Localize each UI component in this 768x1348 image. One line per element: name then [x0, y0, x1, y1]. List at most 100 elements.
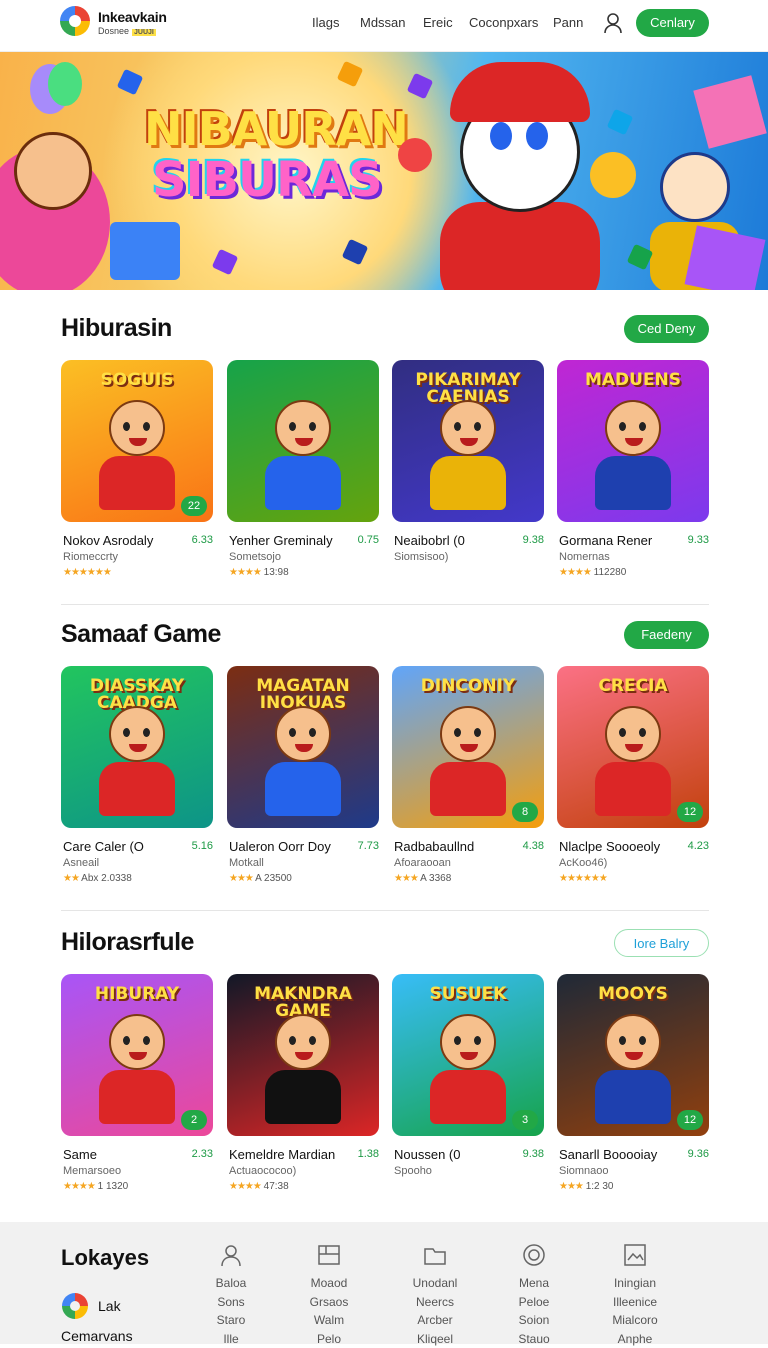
nav-item-3[interactable]: Ereic	[423, 15, 453, 30]
game-title[interactable]: Radbabaullnd	[394, 839, 474, 854]
footer-link[interactable]: Neercs	[400, 1293, 470, 1312]
game-thumbnail[interactable]: SOGUIS22	[61, 360, 213, 522]
game-rating: ★★★★ 1 1320	[63, 1181, 128, 1192]
footer-link[interactable]: Grsaos	[294, 1293, 364, 1312]
game-card[interactable]: HIBURAY2Same2.33Memarsoeo★★★★ 1 1320	[61, 974, 213, 1136]
footer-col-5: Iningian Illeenice Mialcoro Anphe	[600, 1242, 670, 1348]
footer-link[interactable]: Baloa	[196, 1274, 266, 1293]
footer-link[interactable]: Pelo	[294, 1330, 364, 1348]
game-thumbnail[interactable]	[227, 360, 379, 522]
score-badge: 2	[181, 1110, 207, 1130]
game-card[interactable]: Yenher Greminaly0.75Sometsojo★★★★ 13:98	[227, 360, 379, 522]
game-card[interactable]: MADUENSGormana Rener9.33Nomernas★★★★ 112…	[557, 360, 709, 522]
game-card[interactable]: DINCONIY8Radbabaullnd4.38Afoaraooan★★★ A…	[392, 666, 544, 828]
footer-link[interactable]: Anphe	[600, 1330, 670, 1348]
user-icon[interactable]	[603, 12, 623, 34]
brand-name[interactable]: Inkeavkain	[98, 9, 167, 25]
game-title[interactable]: Kemeldre Mardian	[229, 1147, 335, 1162]
footer-link[interactable]: Peloe	[499, 1293, 569, 1312]
footer-logo-icon[interactable]	[62, 1293, 88, 1319]
game-title[interactable]: Sanarll Booooiay	[559, 1147, 657, 1162]
game-title[interactable]: Gormana Rener	[559, 533, 652, 548]
game-title[interactable]: Ualeron Oorr Doy	[229, 839, 331, 854]
game-title[interactable]: Neaibobrl (0	[394, 533, 465, 548]
star-icon: ★★★★	[559, 567, 591, 578]
game-thumbnail[interactable]: DIASSKAY CAADGA	[61, 666, 213, 828]
game-score: 2.33	[192, 1148, 213, 1160]
footer-link[interactable]: Ille	[196, 1330, 266, 1348]
game-card[interactable]: SUSUEK3Noussen (09.38Spooho	[392, 974, 544, 1136]
header-cta-button[interactable]: Cenlary	[636, 9, 709, 37]
game-card[interactable]: MAKNDRA GAMEKemeldre Mardian1.38Actuaoco…	[227, 974, 379, 1136]
game-thumbnail[interactable]: CRECIA 12	[557, 666, 709, 828]
brand-subtitle: DosneeJUUJI	[98, 26, 156, 36]
game-thumbnail[interactable]: MADUENS	[557, 360, 709, 522]
character-face	[440, 400, 496, 456]
game-card[interactable]: SOGUIS22Nokov Asrodaly6.33Riomeccrty★★★★…	[61, 360, 213, 522]
footer-link[interactable]: Mena	[499, 1274, 569, 1293]
game-thumbnail[interactable]: HIBURAY2	[61, 974, 213, 1136]
character-figure	[430, 762, 506, 816]
thumbnail-title-art: MOOYS	[557, 986, 709, 1003]
footer-bottom-text: Cemarvans	[61, 1328, 133, 1344]
game-score: 1.38	[358, 1148, 379, 1160]
footer-link[interactable]: Stauo	[499, 1330, 569, 1348]
game-card[interactable]: CRECIA12Nlaclpe Soooeoly4.23AcKoo46)★★★★…	[557, 666, 709, 828]
game-thumbnail[interactable]: MAGATAN INOKUAS	[227, 666, 379, 828]
game-title[interactable]: Same	[63, 1147, 97, 1162]
game-card[interactable]: MAGATAN INOKUASUaleron Oorr Doy7.73Motka…	[227, 666, 379, 828]
section-more-button[interactable]: Iore Balry	[614, 929, 709, 957]
game-subtitle: Nomernas	[559, 551, 610, 563]
nav-item-5[interactable]: Pann	[553, 15, 583, 30]
game-title[interactable]: Nokov Asrodaly	[63, 533, 153, 548]
footer-link[interactable]: Moaod	[294, 1274, 364, 1293]
game-subtitle: Motkall	[229, 857, 264, 869]
game-card[interactable]: DIASSKAY CAADGACare Caler (O5.16Asneail★…	[61, 666, 213, 828]
rating-count: Abx 2.0338	[81, 873, 132, 884]
footer-link[interactable]: Kliqeel	[400, 1330, 470, 1348]
nav-item-2[interactable]: Mdssan	[360, 15, 406, 30]
footer-link[interactable]: Unodanl	[400, 1274, 470, 1293]
logo-icon[interactable]	[60, 6, 90, 36]
footer-link[interactable]: Mialcoro	[600, 1311, 670, 1330]
footer-link[interactable]: Soion	[499, 1311, 569, 1330]
thumbnail-title-art: SUSUEK	[392, 986, 544, 1003]
footer-link[interactable]: Sons	[196, 1293, 266, 1312]
section-more-button[interactable]: Ced Deny	[624, 315, 709, 343]
game-score: 9.38	[523, 1148, 544, 1160]
section-more-button[interactable]: Faedeny	[624, 621, 709, 649]
nav-item-1[interactable]: Ilags	[312, 15, 339, 30]
hero-title-line2: SIBURAS	[152, 152, 382, 208]
rating-count: 1 1320	[98, 1181, 129, 1192]
thumbnail-title-art: MADUENS	[557, 372, 709, 389]
game-subtitle: Asneail	[63, 857, 99, 869]
game-title[interactable]: Yenher Greminaly	[229, 533, 333, 548]
game-thumbnail[interactable]: PIKARIMAY CAENIAS	[392, 360, 544, 522]
footer-link[interactable]: Staro	[196, 1311, 266, 1330]
game-thumbnail[interactable]: DINCONIY8	[392, 666, 544, 828]
game-thumbnail[interactable]: SUSUEK3	[392, 974, 544, 1136]
game-thumbnail[interactable]: MAKNDRA GAME	[227, 974, 379, 1136]
character-face	[605, 400, 661, 456]
footer-link[interactable]: Walm	[294, 1311, 364, 1330]
thumbnail-title-art: CRECIA	[557, 678, 709, 695]
footer-col-3: Unodanl Neercs Arcber Kliqeel	[400, 1242, 470, 1348]
hero-mascot-figure	[440, 202, 600, 290]
footer-brand[interactable]: Lak	[98, 1298, 121, 1314]
footer-link[interactable]: Illeenice	[600, 1293, 670, 1312]
score-badge: 12	[677, 802, 703, 822]
game-card[interactable]: MOOYS12Sanarll Booooiay9.36Siomnaoo★★★ 1…	[557, 974, 709, 1136]
game-title[interactable]: Noussen (0	[394, 1147, 460, 1162]
footer-link[interactable]: Iningian	[600, 1274, 670, 1293]
hero-banner[interactable]: NIBAURAN SIBURAS	[0, 52, 768, 290]
nav-item-4[interactable]: Coconpxars	[469, 15, 538, 30]
game-thumbnail[interactable]: MOOYS12	[557, 974, 709, 1136]
footer-link[interactable]: Arcber	[400, 1311, 470, 1330]
game-title[interactable]: Nlaclpe Soooeoly	[559, 839, 660, 854]
rating-count: A 23500	[255, 873, 292, 884]
game-title[interactable]: Care Caler (O	[63, 839, 144, 854]
game-rating: ★★★★★★	[63, 567, 111, 578]
section-title: Hiburasin	[61, 314, 172, 343]
gift-box-icon	[110, 222, 180, 280]
game-card[interactable]: PIKARIMAY CAENIASNeaibobrl (09.38Siomsis…	[392, 360, 544, 522]
